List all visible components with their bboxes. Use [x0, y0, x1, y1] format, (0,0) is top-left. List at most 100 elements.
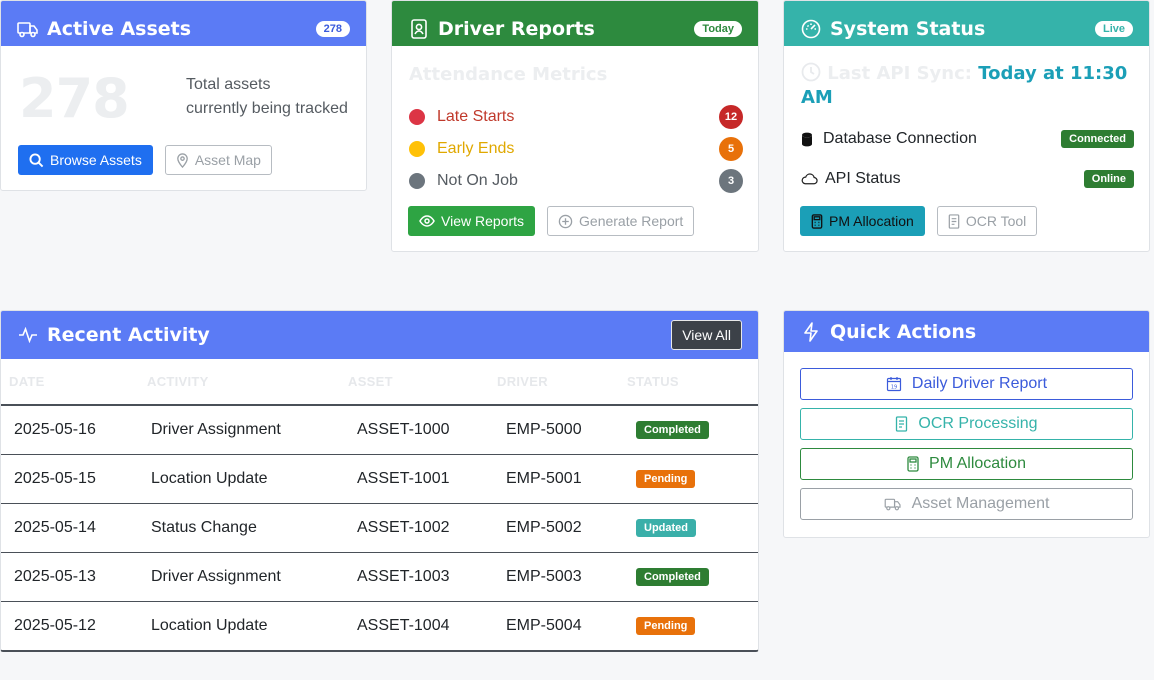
browse-assets-button[interactable]: Browse Assets	[18, 145, 153, 175]
status-badge: Completed	[636, 421, 709, 440]
cell-driver: EMP-5003	[497, 552, 627, 602]
cell-date: 2025-05-12	[1, 601, 147, 650]
document-icon	[948, 213, 960, 229]
active-assets-count: 278	[19, 67, 130, 130]
quick-action-label: OCR Processing	[918, 415, 1038, 432]
col-driver-header: DRIVER	[497, 359, 627, 406]
ocr-tool-label: OCR Tool	[965, 213, 1027, 229]
cell-activity: Location Update	[147, 601, 348, 650]
api-status-row: API Status Online	[801, 167, 1134, 191]
quick-action-button[interactable]: 19 Daily Driver Report	[800, 368, 1133, 400]
database-label: Database Connection	[823, 130, 977, 147]
metric-count-badge: 5	[719, 137, 743, 161]
asset-map-button[interactable]: Asset Map	[164, 145, 272, 175]
active-assets-actions: Browse Assets Asset Map	[18, 145, 272, 175]
metric-dot-icon	[409, 109, 425, 125]
system-status-actions: PM Allocation OCR Tool	[800, 206, 1038, 236]
cell-date: 2025-05-16	[1, 405, 147, 455]
ocr-tool-button[interactable]: OCR Tool	[936, 206, 1038, 236]
col-activity-header: ACTIVITY	[147, 359, 348, 406]
database-icon	[802, 132, 812, 146]
metric-label: Early Ends	[437, 140, 515, 157]
cell-status: Pending	[627, 601, 758, 650]
cell-asset: ASSET-1002	[348, 503, 497, 553]
generate-report-button[interactable]: Generate Report	[547, 206, 695, 236]
map-pin-icon	[176, 152, 188, 168]
database-status-badge: Connected	[1061, 130, 1134, 148]
asset-map-label: Asset Map	[194, 152, 261, 168]
metric-dot-icon	[409, 173, 425, 189]
cell-date: 2025-05-13	[1, 552, 147, 602]
metric-count-badge: 3	[719, 169, 743, 193]
quick-action-button[interactable]: PM Allocation	[800, 448, 1133, 480]
pm-allocation-button[interactable]: PM Allocation	[800, 206, 925, 236]
metric-label: Not On Job	[437, 172, 518, 189]
view-all-button[interactable]: View All	[671, 320, 742, 350]
api-sync-label: Last API Sync:	[827, 63, 972, 84]
cell-driver: EMP-5001	[497, 454, 627, 504]
cell-status: Completed	[627, 552, 758, 602]
browse-assets-label: Browse Assets	[50, 152, 142, 168]
active-assets-header: Active Assets 278	[1, 1, 366, 46]
desc-line-2: currently being tracked	[186, 100, 348, 117]
cell-asset: ASSET-1001	[348, 454, 497, 504]
view-reports-label: View Reports	[441, 213, 525, 229]
calculator-icon	[907, 456, 919, 472]
driver-reports-actions: View Reports Generate Report	[408, 206, 695, 236]
cell-activity: Driver Assignment	[147, 405, 348, 455]
metric-row: Late Starts 12	[409, 101, 743, 133]
truck-icon	[884, 497, 902, 511]
activity-table: DATE ACTIVITY ASSET DRIVER STATUS 2025-0…	[1, 359, 758, 650]
cell-activity: Status Change	[147, 503, 348, 553]
activity-pulse-icon	[17, 324, 39, 346]
recent-activity-title: Recent Activity	[47, 324, 210, 346]
cell-status: Updated	[627, 503, 758, 553]
quick-actions-title: Quick Actions	[830, 320, 977, 343]
cell-driver: EMP-5004	[497, 601, 627, 650]
quick-action-button[interactable]: Asset Management	[800, 488, 1133, 520]
table-row[interactable]: 2025-05-14 Status Change ASSET-1002 EMP-500…	[1, 503, 758, 553]
plus-circle-icon	[558, 214, 573, 228]
cell-asset: ASSET-1000	[348, 405, 497, 455]
activity-table-header-row: DATE ACTIVITY ASSET DRIVER STATUS	[1, 359, 758, 406]
table-row[interactable]: 2025-05-12 Location Update ASSET-1004 EMP-5…	[1, 601, 758, 650]
quick-action-button[interactable]: OCR Processing	[800, 408, 1133, 440]
api-status-label: API Status	[825, 170, 901, 187]
lightning-icon	[800, 321, 822, 343]
active-assets-card: Active Assets 278 278 Total assets curre…	[0, 0, 367, 191]
view-reports-button[interactable]: View Reports	[408, 206, 536, 236]
generate-report-label: Generate Report	[579, 213, 684, 229]
cell-activity: Driver Assignment	[147, 552, 348, 602]
calculator-icon	[811, 213, 823, 229]
active-assets-title: Active Assets	[47, 17, 192, 40]
driver-reports-header: Driver Reports Today	[392, 1, 758, 46]
calendar-icon: 19	[886, 376, 902, 392]
eye-icon	[419, 215, 435, 227]
table-row[interactable]: 2025-05-13 Driver Assignment ASSET-1003 EMP…	[1, 552, 758, 602]
quick-action-label: Daily Driver Report	[911, 375, 1048, 392]
metric-row: Not On Job 3	[409, 165, 743, 197]
status-badge: Completed	[636, 568, 709, 586]
clock-icon	[801, 62, 821, 82]
quick-actions-card: Quick Actions 19 Daily Driver Report OCR P…	[783, 310, 1150, 538]
cell-status: Completed	[627, 405, 758, 455]
api-status-badge: Online	[1083, 170, 1134, 188]
driver-reports-card: Driver Reports Today Attendance Metrics …	[391, 0, 759, 252]
quick-actions-list: 19 Daily Driver Report OCR Processing PM Al…	[800, 368, 1133, 528]
truck-icon	[17, 18, 39, 40]
cell-driver: EMP-5000	[497, 405, 627, 455]
attendance-metrics-title: Attendance Metrics	[409, 64, 608, 85]
cell-activity: Location Update	[147, 454, 348, 504]
cell-date: 2025-05-14	[1, 503, 147, 553]
cell-asset: ASSET-1004	[348, 601, 497, 650]
cell-status: Pending	[627, 454, 758, 504]
status-badge: Pending	[636, 617, 696, 635]
database-row: Database Connection Connected	[801, 127, 1134, 151]
document-icon	[895, 416, 908, 432]
cell-asset: ASSET-1003	[348, 552, 497, 602]
table-row[interactable]: 2025-05-16 Driver Assignment ASSET-1000 EMP…	[1, 405, 758, 455]
system-status-title: System Status	[830, 17, 986, 40]
id-badge-icon	[408, 18, 430, 40]
table-row[interactable]: 2025-05-15 Location Update ASSET-1001 EMP-5…	[1, 454, 758, 504]
col-asset-header: ASSET	[348, 359, 497, 406]
